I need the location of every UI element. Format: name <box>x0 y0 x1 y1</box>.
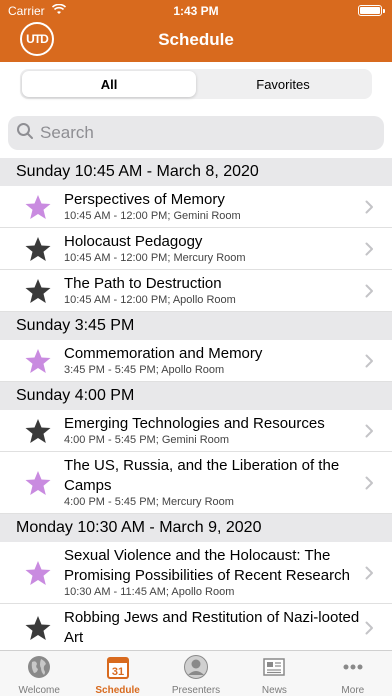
list-item[interactable]: Holocaust Pedagogy 10:45 AM - 12:00 PM; M… <box>0 228 392 270</box>
status-time: 1:43 PM <box>173 4 219 18</box>
search-container: Search <box>0 106 392 158</box>
star-icon[interactable] <box>24 418 52 444</box>
tab-schedule[interactable]: 31 Schedule <box>78 651 156 696</box>
favorite-star-icon[interactable] <box>24 194 52 220</box>
more-icon <box>340 654 366 685</box>
section-header: Sunday 10:45 AM - March 8, 2020 <box>0 158 392 186</box>
item-title: The Path to Destruction <box>64 275 222 292</box>
chevron-right-icon <box>365 424 374 438</box>
segment-all[interactable]: All <box>22 71 196 97</box>
page-title: Schedule <box>158 30 234 49</box>
item-title: The US, Russia, and the Liberation of th… <box>64 457 340 494</box>
tab-label: News <box>261 685 287 696</box>
item-title: Holocaust Pedagogy <box>64 233 203 250</box>
item-text: The Path to Destruction 10:45 AM - 12:00 … <box>64 270 236 311</box>
item-subtitle: 4:00 PM - 5:45 PM; Gemini Room <box>64 434 230 446</box>
item-title: Emerging Technologies and Resources <box>64 415 325 432</box>
tab-bar: Welcome 31 Schedule Presenters News More <box>0 650 392 696</box>
list-item[interactable]: Robbing Jews and Restitution of Nazi-loo… <box>0 604 392 650</box>
svg-text:31: 31 <box>111 666 123 678</box>
item-subtitle: 10:45 AM - 12:00 PM; Mercury Room <box>64 252 246 264</box>
favorite-star-icon[interactable] <box>24 348 52 374</box>
star-icon[interactable] <box>24 615 52 641</box>
section-header: Sunday 3:45 PM <box>0 312 392 340</box>
item-text: Commemoration and Memory 3:45 PM - 5:45 P… <box>64 340 262 381</box>
item-text: Sexual Violence and the Holocaust: The P… <box>64 542 362 603</box>
search-icon <box>16 122 34 145</box>
top-bar: Carrier 1:43 PM UTD Schedule <box>0 0 392 62</box>
item-text: Robbing Jews and Restitution of Nazi-loo… <box>64 604 362 650</box>
tab-label: More <box>341 685 365 696</box>
tab-label: Welcome <box>18 685 60 696</box>
globe-icon <box>26 654 52 685</box>
tab-label: Presenters <box>171 685 221 696</box>
item-subtitle: 4:00 PM - 5:45 PM; Mercury Room <box>64 496 234 508</box>
list-item[interactable]: Perspectives of Memory 10:45 AM - 12:00 P… <box>0 186 392 228</box>
battery-icon <box>358 5 385 16</box>
item-subtitle: 10:30 AM - 11:45 AM; Apollo Room <box>64 586 235 598</box>
tab-presenters[interactable]: Presenters <box>157 651 235 696</box>
item-text: Holocaust Pedagogy 10:45 AM - 12:00 PM; M… <box>64 228 246 269</box>
favorite-star-icon[interactable] <box>24 560 52 586</box>
item-title: Robbing Jews and Restitution of Nazi-loo… <box>64 609 360 646</box>
chevron-right-icon <box>365 621 374 635</box>
segmented-control: All Favorites <box>20 69 372 99</box>
item-title: Sexual Violence and the Holocaust: The P… <box>64 547 350 584</box>
list-item[interactable]: The US, Russia, and the Liberation of th… <box>0 452 392 514</box>
tab-welcome[interactable]: Welcome <box>0 651 78 696</box>
item-subtitle: 10:45 AM - 12:00 PM; Gemini Room <box>64 210 241 222</box>
section-header: Monday 10:30 AM - March 9, 2020 <box>0 514 392 542</box>
segment-favorites[interactable]: Favorites <box>196 71 370 97</box>
section-header: Sunday 4:00 PM <box>0 382 392 410</box>
segment-container: All Favorites <box>0 62 392 106</box>
list-item[interactable]: The Path to Destruction 10:45 AM - 12:00 … <box>0 270 392 312</box>
item-text: Emerging Technologies and Resources 4:00 … <box>64 410 325 451</box>
star-icon[interactable] <box>24 236 52 262</box>
item-title: Commemoration and Memory <box>64 345 263 362</box>
status-bar: Carrier 1:43 PM <box>0 0 392 22</box>
item-subtitle: 3:45 PM - 5:45 PM; Apollo Room <box>64 364 225 376</box>
tab-more[interactable]: More <box>314 651 392 696</box>
calendar-icon: 31 <box>105 654 131 685</box>
newspaper-icon <box>261 654 287 685</box>
chevron-right-icon <box>365 284 374 298</box>
person-icon <box>183 654 209 685</box>
tab-news[interactable]: News <box>235 651 313 696</box>
chevron-right-icon <box>365 354 374 368</box>
search-input[interactable]: Search <box>40 123 94 143</box>
list-item[interactable]: Sexual Violence and the Holocaust: The P… <box>0 542 392 604</box>
tab-label: Schedule <box>95 685 140 696</box>
chevron-right-icon <box>365 476 374 490</box>
list-item[interactable]: Commemoration and Memory 3:45 PM - 5:45 P… <box>0 340 392 382</box>
item-title: Perspectives of Memory <box>64 191 225 208</box>
list-item[interactable]: Emerging Technologies and Resources 4:00 … <box>0 410 392 452</box>
schedule-list[interactable]: Sunday 10:45 AM - March 8, 2020 Perspecti… <box>0 158 392 650</box>
item-text: Perspectives of Memory 10:45 AM - 12:00 P… <box>64 186 241 227</box>
chevron-right-icon <box>365 242 374 256</box>
chevron-right-icon <box>365 200 374 214</box>
star-icon[interactable] <box>24 278 52 304</box>
favorite-star-icon[interactable] <box>24 470 52 496</box>
item-text: The US, Russia, and the Liberation of th… <box>64 452 362 513</box>
search-field[interactable]: Search <box>8 116 384 150</box>
chevron-right-icon <box>365 566 374 580</box>
item-subtitle: 10:45 AM - 12:00 PM; Apollo Room <box>64 294 236 306</box>
